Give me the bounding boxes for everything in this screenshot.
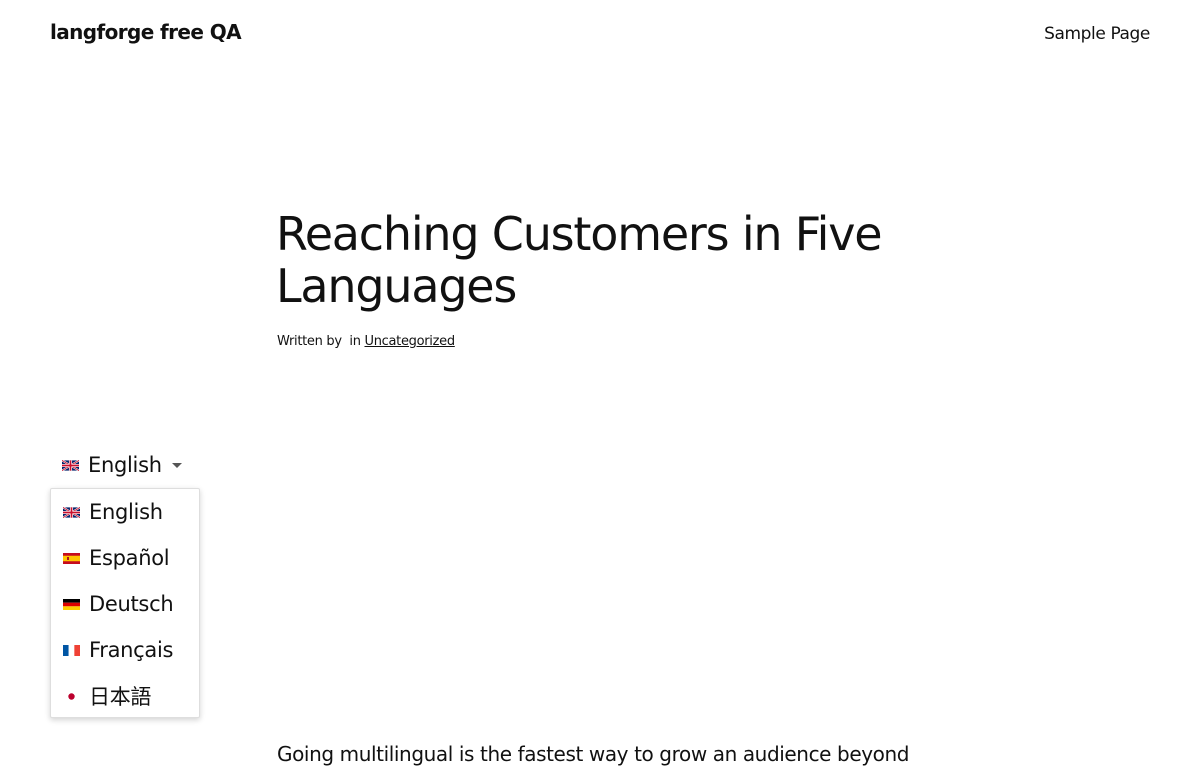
language-option-label: English: [89, 500, 163, 524]
language-option-espanol[interactable]: Español: [63, 543, 170, 573]
language-option-label: Español: [89, 546, 170, 570]
language-option-english[interactable]: English: [63, 497, 163, 527]
germany-flag-icon: [63, 598, 80, 610]
language-switcher-current-label: English: [88, 453, 162, 477]
category-link[interactable]: Uncategorized: [364, 334, 455, 349]
uk-flag-icon: [62, 459, 79, 471]
spain-flag-icon: [63, 552, 80, 564]
post-meta-prefix: Written by in: [277, 334, 365, 349]
post-meta: Written by in Uncategorized: [277, 334, 455, 349]
nav-item-sample-page[interactable]: Sample Page: [1044, 24, 1150, 44]
japan-flag-icon: [63, 690, 80, 702]
site-header: langforge free QA Sample Page: [0, 0, 1200, 72]
site-title-link[interactable]: langforge free QA: [50, 20, 242, 44]
caret-down-icon: [171, 462, 182, 468]
france-flag-icon: [63, 644, 80, 656]
language-option-label: 日本語: [89, 685, 152, 709]
language-option-deutsch[interactable]: Deutsch: [63, 589, 174, 619]
post-title: Reaching Customers in Five Languages: [276, 207, 883, 313]
language-option-japanese[interactable]: 日本語: [63, 681, 151, 711]
language-option-francais[interactable]: Français: [63, 635, 173, 665]
language-option-label: Français: [89, 638, 174, 662]
language-switcher-toggle[interactable]: English: [62, 450, 182, 480]
uk-flag-icon: [63, 506, 80, 518]
language-dropdown-menu: English Español Deutsch Français 日本語: [50, 488, 200, 718]
language-option-label: Deutsch: [89, 592, 174, 616]
post-body-paragraph: Going multilingual is the fastest way to…: [277, 742, 910, 766]
